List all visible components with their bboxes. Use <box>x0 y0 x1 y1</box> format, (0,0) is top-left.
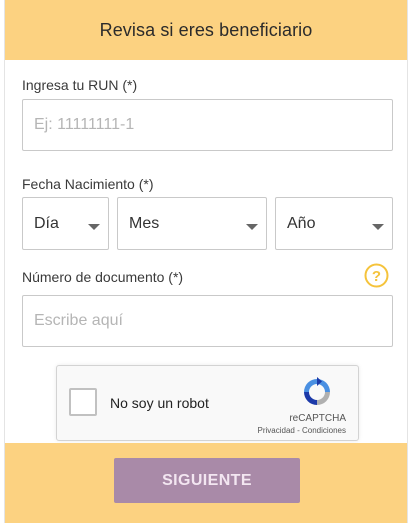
recaptcha-checkbox[interactable] <box>69 388 97 416</box>
recaptcha-logo-icon <box>304 377 330 405</box>
year-select-value: Año <box>287 214 316 232</box>
run-input[interactable] <box>34 116 392 134</box>
document-number-field[interactable] <box>22 295 393 347</box>
birth-date-label: Fecha Nacimiento (*) <box>22 176 154 192</box>
month-select[interactable]: Mes <box>117 197 267 250</box>
svg-text:?: ? <box>372 268 381 285</box>
question-circle-icon[interactable]: ? <box>364 263 389 288</box>
form-footer: SIGUIENTE <box>5 443 407 523</box>
recaptcha-brand: reCAPTCHA <box>289 413 346 424</box>
document-number-input[interactable] <box>34 312 392 330</box>
chevron-down-icon <box>88 224 100 230</box>
chevron-down-icon <box>372 224 384 230</box>
chevron-down-icon <box>246 224 258 230</box>
recaptcha-label: No soy un robot <box>110 395 209 411</box>
day-select-value: Día <box>34 214 59 232</box>
eligibility-form: Revisa si eres beneficiario Ingresa tu R… <box>4 0 408 523</box>
form-title: Revisa si eres beneficiario <box>99 19 313 40</box>
month-select-value: Mes <box>129 214 160 232</box>
form-header: Revisa si eres beneficiario <box>5 0 407 60</box>
recaptcha-widget: No soy un robot reCAPTCHA Privacidad - C… <box>56 365 359 441</box>
run-label: Ingresa tu RUN (*) <box>22 77 138 93</box>
document-number-label: Número de documento (*) <box>22 269 184 285</box>
year-select[interactable]: Año <box>275 197 393 250</box>
run-field[interactable] <box>22 99 393 151</box>
recaptcha-privacy-terms-links[interactable]: Privacidad - Condiciones <box>258 426 347 435</box>
day-select[interactable]: Día <box>22 197 109 250</box>
next-button[interactable]: SIGUIENTE <box>114 458 300 503</box>
